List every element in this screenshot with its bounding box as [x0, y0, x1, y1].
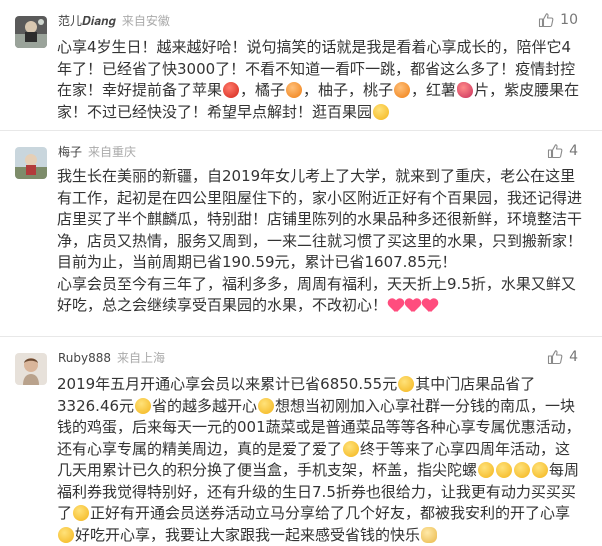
like-count: 4 [569, 349, 578, 365]
thumbs-up-icon [538, 12, 554, 28]
avatar[interactable] [15, 16, 47, 48]
username[interactable]: 范儿𝑫𝒊𝒂𝒏𝒈 [58, 14, 116, 28]
like-count: 10 [560, 12, 578, 28]
text-segment: 省的越多越开心 [152, 396, 258, 415]
text-paragraph: 目前为止，当前周期已省190.59元，累计已省1607.85元！ [57, 253, 457, 271]
thumbs-up-icon [547, 349, 563, 365]
apple-emoji-icon [223, 82, 240, 98]
grinning-emoji-icon [135, 397, 152, 414]
username[interactable]: 梅子 [58, 145, 82, 159]
smiling-emoji-icon [398, 376, 415, 392]
grinning-emoji-icon [373, 103, 390, 120]
text-segment: 好吃开心享，我要让大家跟我一起来感受省钱的快乐 [75, 525, 421, 544]
text-segment: ，橘子 [240, 81, 286, 99]
thinking-emoji-icon [343, 440, 360, 457]
username[interactable]: Ruby888 [58, 351, 111, 365]
like-button[interactable]: 4 [547, 143, 578, 159]
comment-text: 心享4岁生日！越来越好哈！说句搞笑的话就是我是看着心享成长的，陪伴它4年了！已经… [57, 37, 582, 123]
comment-text: 2019年五月开通心享会员以来累计已省6850.55元 其中门店果品省了3326.… [57, 374, 582, 546]
comment-header: 梅子 来自重庆 [58, 144, 136, 160]
text-segment: 心享会员至今有三年了，福利多多，周周有福利，天天折上9.5折，水果又鲜又好吃，总… [57, 274, 576, 315]
comment-header: Ruby888 来自上海 [58, 350, 165, 366]
location: 来自上海 [117, 351, 166, 365]
smiling-emoji-icon [73, 505, 90, 521]
grinning-emoji-icon [514, 462, 531, 478]
thumbs-up-icon [547, 143, 563, 159]
grinning-emoji-icon [496, 462, 513, 478]
text-segment: 2019年五月开通心享会员以来累计已省6850.55元 [57, 375, 398, 393]
text-segment: ，红薯 [411, 81, 457, 99]
text-paragraph: 我生长在美丽的新疆，自2019年女儿考上了大学，就来到了重庆，老公在这里有工作，… [57, 167, 583, 250]
heart-emoji-icon [405, 299, 420, 313]
grinning-emoji-icon [258, 397, 275, 414]
text-paragraph: 心享会员至今有三年了，福利多多，周周有福利，天天折上9.5折，水果又鲜又好吃，总… [57, 274, 582, 317]
like-button[interactable]: 10 [538, 12, 578, 28]
comment-text: 我生长在美丽的新疆，自2019年女儿考上了大学，就来到了重庆，老公在这里有工作，… [57, 166, 582, 317]
tangerine-emoji-icon [286, 82, 303, 98]
location: 来自重庆 [88, 145, 137, 159]
cat-emoji-icon [421, 526, 438, 543]
avatar[interactable] [15, 353, 47, 385]
sweet-potato-emoji-icon [457, 82, 474, 98]
comment-1: 范儿𝑫𝒊𝒂𝒏𝒈 来自安徽 10 心享4岁生日！越来越好哈！说句搞笑的话就是我是看着… [0, 0, 602, 131]
like-count: 4 [569, 143, 578, 159]
smiling-emoji-icon [58, 526, 74, 543]
grinning-emoji-icon [478, 462, 495, 478]
comment-2: 梅子 来自重庆 4 我生长在美丽的新疆，自2019年女儿考上了大学，就来到了重庆，… [0, 131, 602, 337]
text-segment: ，柚子，桃子 [303, 81, 394, 99]
text-segment: 正好有开通会员送券活动立马分享给了几个好友，都被我安利的开了心享 [90, 504, 571, 522]
heart-emoji-icon [388, 299, 403, 313]
heart-emoji-icon [422, 299, 437, 313]
location: 来自安徽 [121, 14, 170, 28]
avatar[interactable] [15, 147, 47, 179]
comment-3: Ruby888 来自上海 4 2019年五月开通心享会员以来累计已省6850.55… [0, 337, 602, 544]
peach-emoji-icon [394, 82, 411, 98]
grinning-emoji-icon [532, 462, 549, 478]
comment-header: 范儿𝑫𝒊𝒂𝒏𝒈 来自安徽 [58, 13, 170, 29]
like-button[interactable]: 4 [547, 349, 578, 365]
